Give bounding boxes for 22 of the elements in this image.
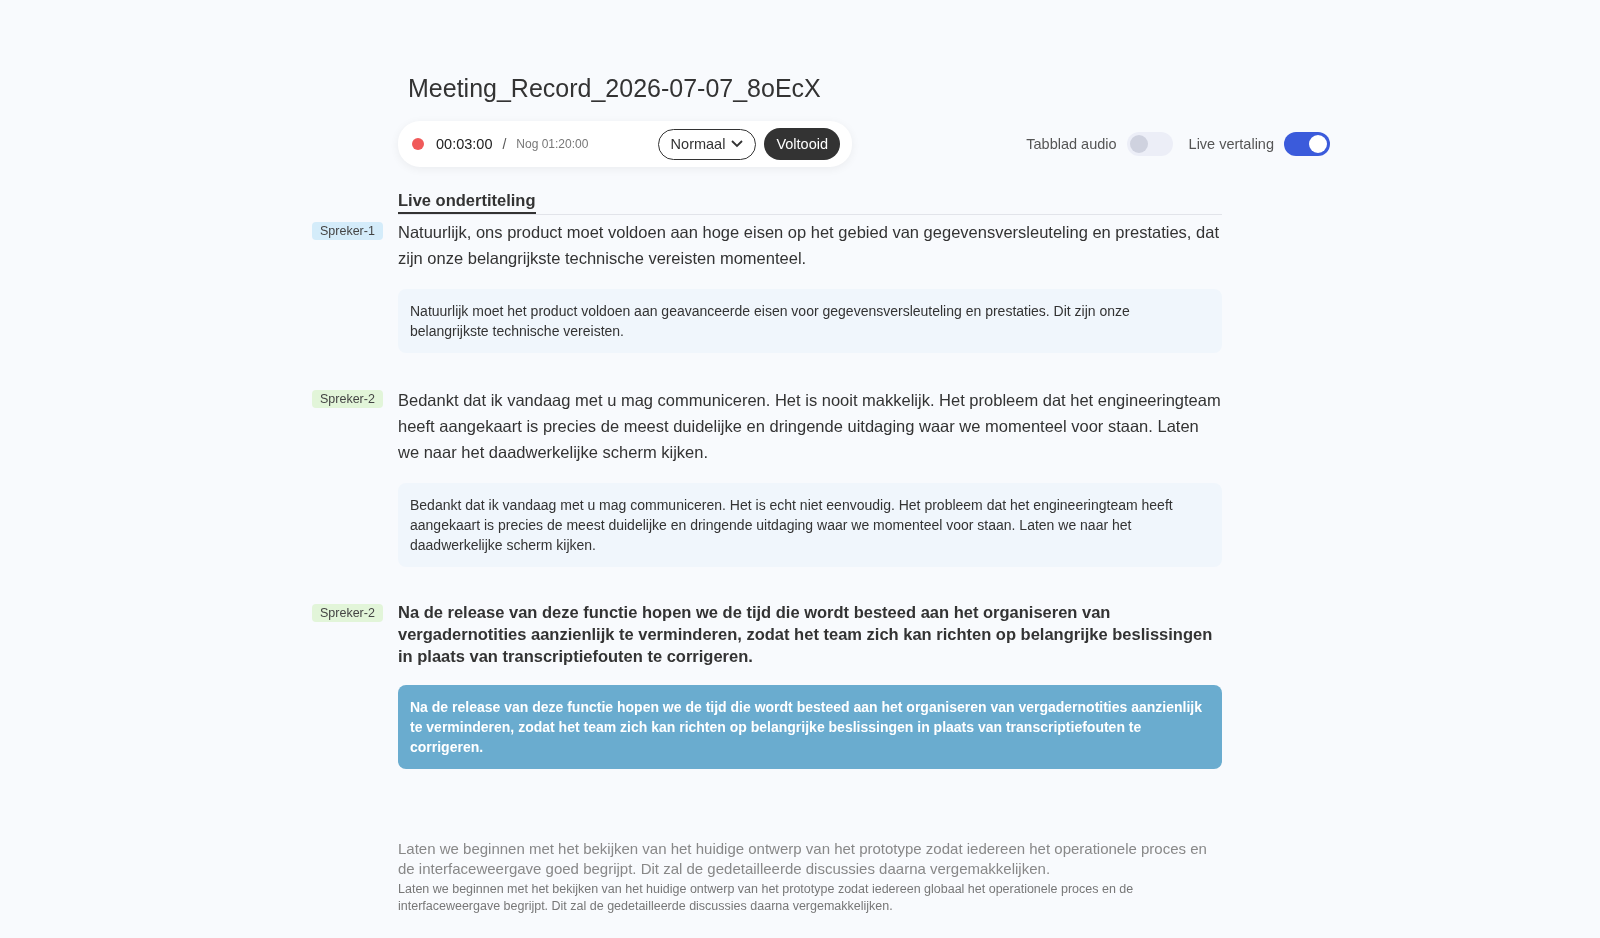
speaker-tag: Spreker-1 [312,222,383,240]
toggle-label: Live vertaling [1188,136,1274,152]
translation-text: Laten we beginnen met het bekijken van het huidige ontwerp van het prototype zodat iedereen globaal het operationele proces en de interfaceweergave begrijpt. Dit zal de gedetailleerde discussies daarna vergemakkelijken. [398,881,1135,915]
mode-dropdown[interactable]: Normaal [657,128,757,160]
chevron-down-icon [731,140,744,148]
speaker-tag: Spreker-2 [312,390,383,408]
transcript-text: Natuurlijk, ons product moet voldoen aan hoge eisen op het gebied van gegevensversleuteling en prestaties, dat zijn onze belangrijkste technische vereisten momenteel. [398,222,1220,269]
finish-button[interactable]: Voltooid [764,128,840,160]
remaining-time: Nog 01:20:00 [516,137,589,151]
speaker-tag: Spreker-2 [312,604,383,622]
toggle-switch[interactable] [1284,132,1330,156]
toggle-label: Tabblad audio [1026,136,1117,152]
elapsed-time: 00:03:00 [436,136,493,152]
transcript-text: Bedankt dat ik vandaag met u mag communiceren. Het is nooit makkelijk. Het probleem dat het engineeringteam heeft aangekaart is precies de meest duidelijke en dringende uitdaging waar we momenteel voor staan. Laten we naar het daadwerkelijke scherm kijken. [398,390,1222,463]
recording-title: Meeting_Record_2026-07-07_8oEcX [408,74,822,103]
translation-text: Na de release van deze functie hopen we de tijd die wordt besteed aan het organiseren van vergadernotities aanzienlijk te verminderen, zodat het team zich kan richten op belangrijke beslissingen in plaats van transcriptiefouten te corrigeren. [398,685,1222,769]
translation-text: Natuurlijk moet het product voldoen aan geavanceerde eisen voor gegevensversleuteling en prestaties. Dit zijn onze belangrijkste technische vereisten. [398,289,1222,353]
transcript-text: Na de release van deze functie hopen we de tijd die wordt besteed aan het organiseren van vergadernotities aanzienlijk te verminderen, zodat het team zich kan richten op belangrijke beslissingen in plaats van transcriptiefouten te corrigeren. [398,602,1214,667]
transcript-text: Laten we beginnen met het bekijken van het huidige ontwerp van het prototype zodat iedereen het operationele proces en de interfaceweergave goed begrijpt. Dit zal de gedetailleerde discussies daarna vergemakkelijken. [398,839,1208,879]
translation-text: Bedankt dat ik vandaag met u mag communiceren. Het is echt niet eenvoudig. Het probleem dat het engineeringteam heeft aangekaart is precies de meest duidelijke en dringende uitdaging waar we momenteel voor staan. Laten we naar het daadwerkelijke scherm kijken. [398,483,1222,567]
time-separator: / [502,136,507,152]
toggle-switch[interactable] [1126,132,1173,156]
